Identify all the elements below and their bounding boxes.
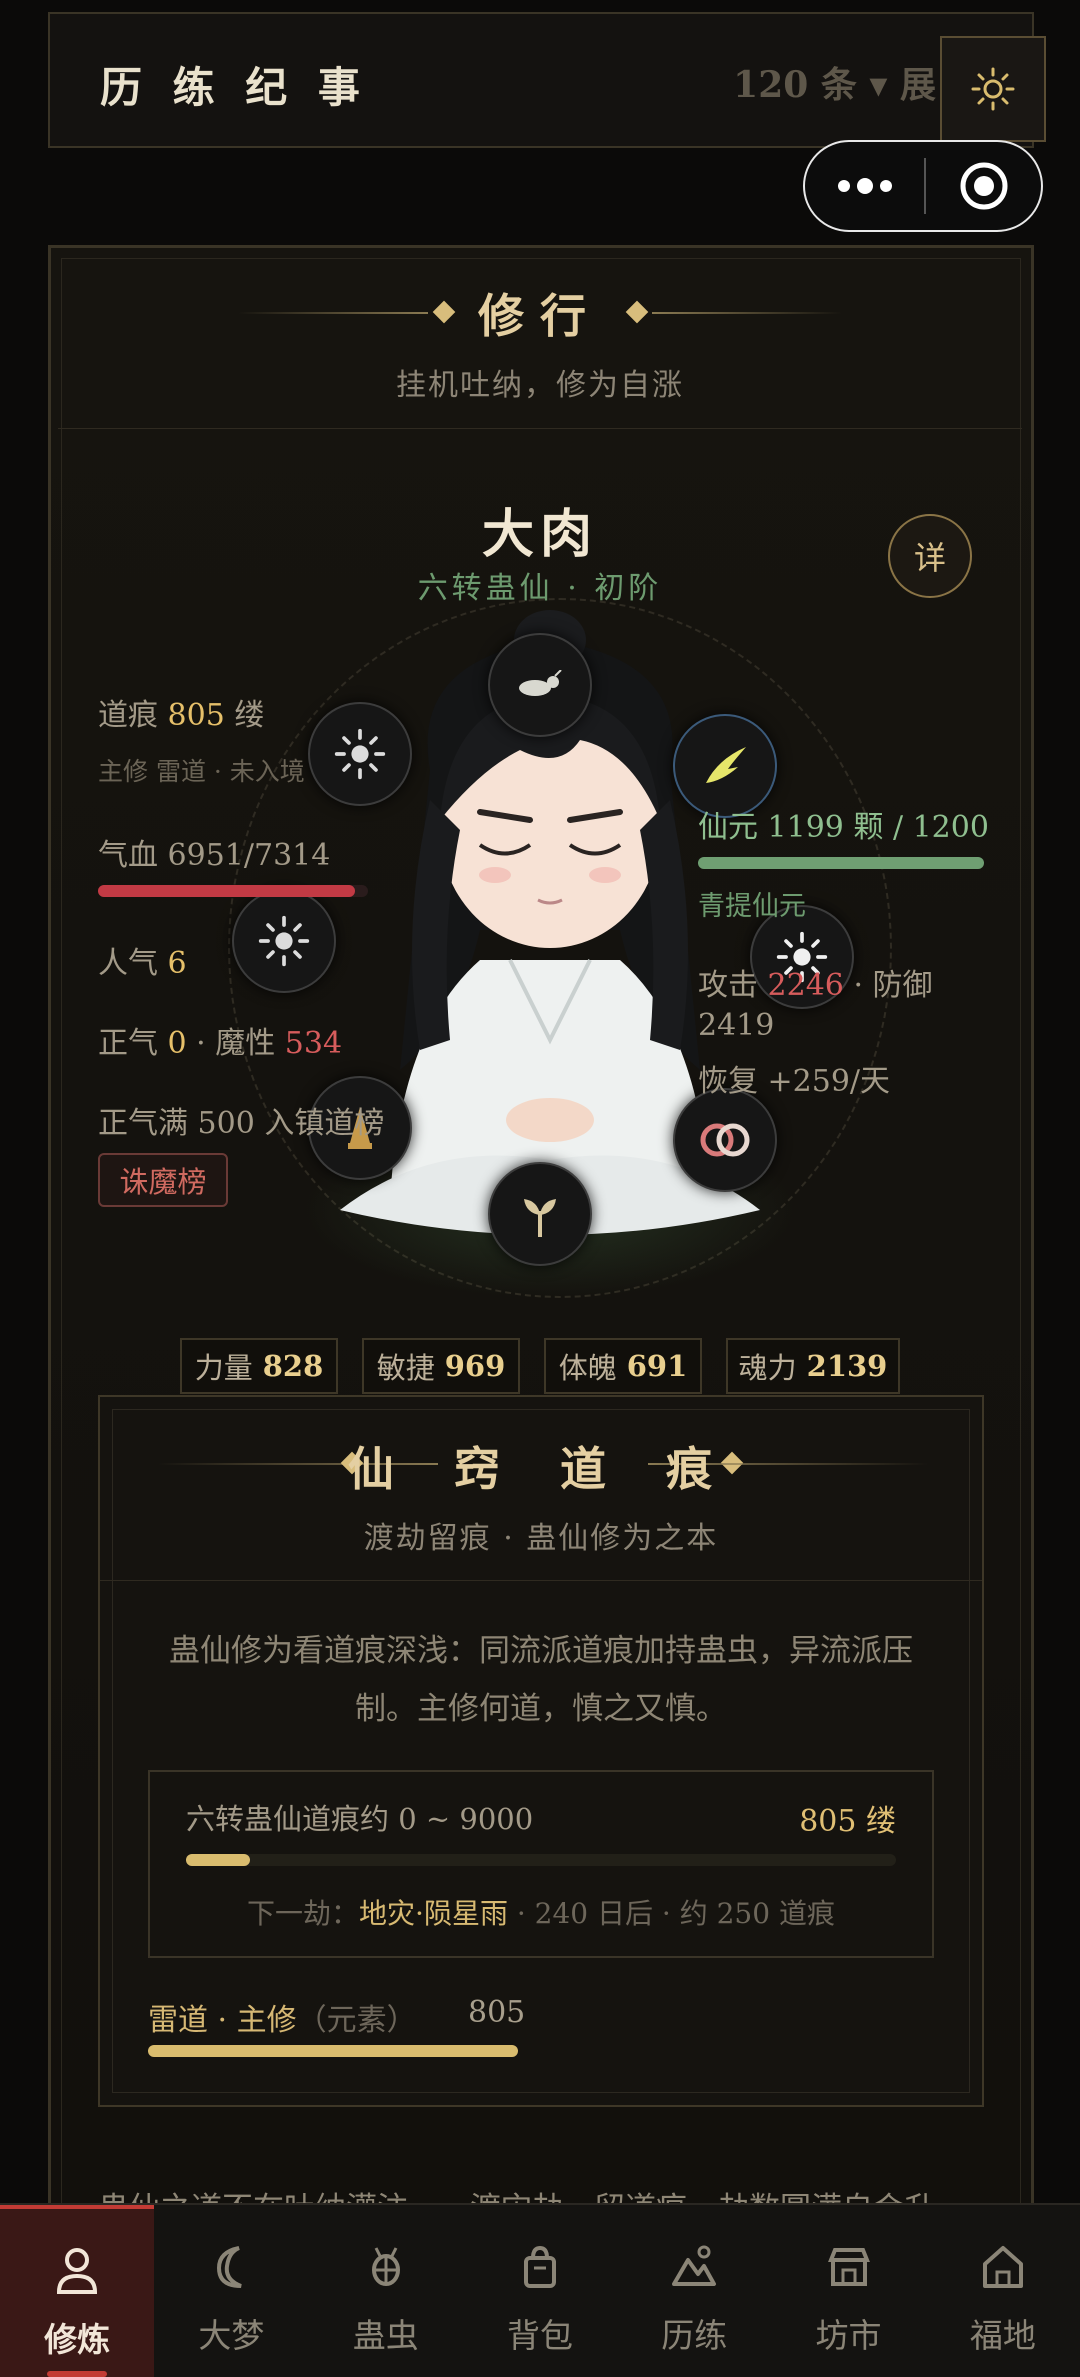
mountain-icon xyxy=(664,2237,724,2297)
lightning-icon xyxy=(706,747,746,783)
attr-soul: 魂力 2139 xyxy=(726,1338,900,1394)
orb-sprout[interactable] xyxy=(488,1162,592,1266)
daohen-value: 805 xyxy=(167,698,225,733)
essence-type: 青提仙元 xyxy=(698,891,806,922)
orb-sun-upper-left[interactable] xyxy=(308,702,412,806)
attr-agility: 敏捷 969 xyxy=(362,1338,520,1394)
popularity-stat: 人气 6 xyxy=(98,938,187,982)
moon-icon xyxy=(201,2237,261,2297)
practice-title: 修行 xyxy=(478,289,602,343)
orb-sun-left[interactable] xyxy=(232,889,336,993)
daohen-progress-track xyxy=(186,1854,896,1866)
daohen-divider xyxy=(100,1580,982,1581)
bottom-tab-bar: 修炼 大梦 蛊虫 背包 历练 坊市 福地 xyxy=(0,2203,1080,2377)
attr-strength: 力量 828 xyxy=(180,1338,338,1394)
main-path-note: 主修 雷道 · 未入境 xyxy=(98,757,305,786)
daohen-progress-box: 六转蛊仙道痕约 0 ~ 9000 805 缕 下一劫：地灾·陨星雨 · 240 … xyxy=(148,1770,934,1958)
daohen-label: 道痕 xyxy=(98,698,168,733)
orb-bug[interactable] xyxy=(488,633,592,737)
practice-header: 修行 挂机吐纳，修为自涨 xyxy=(0,280,1080,404)
righteous-hint: 正气满 500 入镇道榜 xyxy=(98,1106,385,1141)
demonic-value: 534 xyxy=(284,1026,343,1061)
sun-icon xyxy=(334,728,386,780)
miniprogram-capsule xyxy=(803,140,1043,232)
attack-value: 2246 xyxy=(767,968,844,1003)
righteous-value: 0 xyxy=(167,1026,187,1061)
attr-constitution: 体魄 691 xyxy=(544,1338,702,1394)
bug-icon xyxy=(519,670,562,696)
popularity-value: 6 xyxy=(167,946,187,981)
theme-toggle-button[interactable] xyxy=(940,36,1046,142)
active-tab-indicator xyxy=(47,2371,108,2377)
tab-adventure[interactable]: 历练 xyxy=(617,2205,771,2377)
daohen-card: 仙 窍 道 痕 渡劫留痕 · 蛊仙修为之本 蛊仙修为看道痕深浅：同流派道痕加持蛊… xyxy=(98,1395,984,2107)
rings-icon xyxy=(700,1123,750,1157)
main-path-label: 雷道 · 主修（元素） xyxy=(148,2003,417,2038)
recover-label: 恢复 +259/天 xyxy=(698,1064,891,1099)
tab-label: 历练 xyxy=(661,2316,728,2355)
tab-dream[interactable]: 大梦 xyxy=(154,2205,308,2377)
practice-divider xyxy=(58,428,1022,429)
daohen-unit: 缕 xyxy=(224,698,265,733)
tab-gu[interactable]: 蛊虫 xyxy=(309,2205,463,2377)
target-icon[interactable] xyxy=(926,160,1041,212)
tab-label: 修炼 xyxy=(44,2320,111,2359)
daohen-header: 仙 窍 道 痕 渡劫留痕 · 蛊仙修为之本 xyxy=(100,1433,982,1557)
bag-icon xyxy=(510,2237,570,2297)
daohen-stat: 道痕 805 缕 xyxy=(98,690,264,734)
main-path-bar xyxy=(148,2045,518,2057)
sprout-icon xyxy=(524,1199,556,1237)
popularity-label: 人气 xyxy=(98,946,168,981)
daohen-progress-label: 六转蛊仙道痕约 0 ~ 9000 xyxy=(186,1802,534,1836)
tab-label: 背包 xyxy=(506,2316,573,2355)
righteous-demonic-stat: 正气 0 · 魔性 534 xyxy=(98,1018,342,1062)
essence-bar-fill xyxy=(698,857,984,869)
next-tribulation: 下一劫：地灾·陨星雨 · 240 日后 · 约 250 道痕 xyxy=(247,1897,835,1930)
righteous-label: 正气 xyxy=(98,1026,168,1061)
attack-label: 攻击 xyxy=(698,968,768,1003)
hp-label: 气血 6951/7314 xyxy=(98,838,331,873)
daohen-subtitle: 渡劫留痕 · 蛊仙修为之本 xyxy=(363,1521,719,1556)
daohen-progress-fill xyxy=(186,1854,250,1866)
tab-label: 大梦 xyxy=(198,2316,265,2355)
hp-bar-fill xyxy=(98,885,355,897)
event-log-bar[interactable]: 历 练 纪 事 120 条 ▾ 展 xyxy=(48,12,1034,148)
tab-bag[interactable]: 背包 xyxy=(463,2205,617,2377)
orb-rings[interactable] xyxy=(673,1088,777,1192)
daohen-description: 蛊仙修为看道痕深浅：同流派道痕加持蛊虫，异流派压制。主修何道，慎之又慎。 xyxy=(169,1633,913,1727)
main-path-value: 805 xyxy=(468,1995,526,2030)
tab-label: 福地 xyxy=(969,2316,1036,2355)
demon-slayer-rank-tag[interactable]: 诛魔榜 xyxy=(98,1153,228,1207)
daohen-title: 仙 窍 道 痕 xyxy=(347,1442,735,1496)
more-dots-icon[interactable] xyxy=(805,142,924,230)
bug-icon xyxy=(356,2237,416,2297)
attack-defense-stat: 攻击 2246 · 防御 xyxy=(698,960,933,1004)
essence-label: 仙元 1199 颗 / 1200 xyxy=(698,810,989,845)
tab-cultivate[interactable]: 修炼 xyxy=(0,2205,155,2377)
shop-icon xyxy=(819,2237,879,2297)
detail-button[interactable]: 详 xyxy=(888,514,972,598)
sun-icon xyxy=(258,915,310,967)
demonic-label: · 魔性 xyxy=(186,1026,285,1061)
tab-market[interactable]: 坊市 xyxy=(771,2205,925,2377)
defense-label: · 防御 xyxy=(843,968,933,1003)
defense-value: 2419 xyxy=(698,1008,775,1043)
tab-blessed-land[interactable]: 福地 xyxy=(926,2205,1080,2377)
event-log-title: 历 练 纪 事 xyxy=(100,63,368,112)
home-icon xyxy=(973,2237,1033,2297)
sun-icon xyxy=(971,67,1015,111)
tab-label: 蛊虫 xyxy=(352,2316,419,2355)
event-log-count[interactable]: 120 条 ▾ 展 xyxy=(733,56,936,108)
daohen-progress-value: 805 缕 xyxy=(799,1804,896,1839)
practice-subtitle: 挂机吐纳，修为自涨 xyxy=(396,368,684,403)
tab-label: 坊市 xyxy=(815,2316,882,2355)
person-icon xyxy=(47,2241,107,2301)
